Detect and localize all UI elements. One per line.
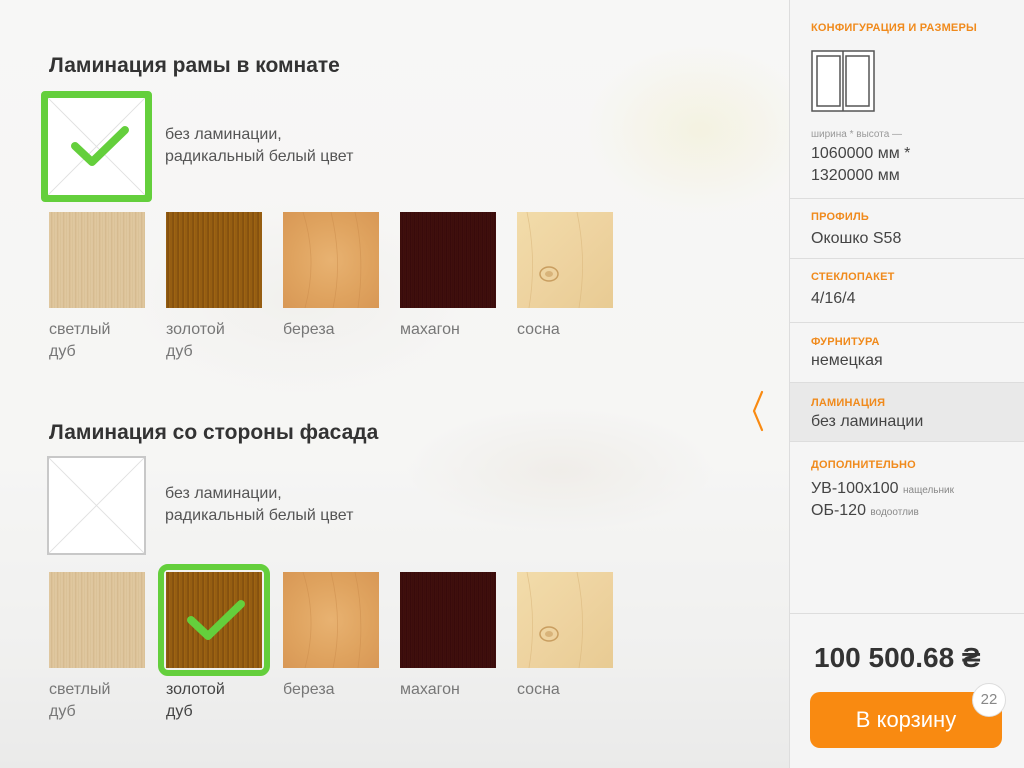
facade-swatch-label-light-oak: светлый дуб [49, 679, 159, 723]
facade-swatch-light-oak[interactable] [49, 572, 145, 668]
sidebar-lamination-heading: ЛАМИНАЦИЯ [811, 397, 886, 409]
room-swatch-label-golden-oak: золотой дуб [166, 319, 276, 363]
room-swatch-pine[interactable] [517, 212, 613, 308]
lamination-panel: Ламинация рамы в комнате без ламинации, … [0, 0, 790, 768]
extra-item-note: водоотлив [870, 507, 919, 518]
label-line-2: дуб [166, 703, 193, 720]
sidebar-lamination-value: без ламинации [811, 413, 924, 430]
label-line-2: дуб [49, 343, 76, 360]
sidebar-glass-section[interactable]: СТЕКЛОПАКЕТ 4/16/4 [790, 259, 1024, 323]
facade-swatch-golden-oak[interactable] [158, 564, 270, 676]
extra-item-code: ОБ-120 [811, 502, 866, 519]
room-no-lamination-option[interactable] [41, 91, 152, 202]
room-swatch-birch[interactable] [283, 212, 379, 308]
label-line-1: береза [283, 321, 335, 338]
label-line-1: без ламинации, [165, 485, 282, 502]
label-line-2: радикальный белый цвет [165, 148, 354, 165]
label-line-2: дуб [49, 703, 76, 720]
cart-count-badge: 22 [972, 683, 1006, 717]
sidebar-config-section[interactable]: КОНФИГУРАЦИЯ И РАЗМЕРЫ ширина * высота —… [790, 0, 1024, 199]
label-line-1: без ламинации, [165, 126, 282, 143]
label-line-1: махагон [400, 321, 460, 338]
facade-swatch-label-mahogany: махагон [400, 679, 510, 701]
sidebar-glass-heading: СТЕКЛОПАКЕТ [811, 271, 895, 283]
sidebar-extra-heading: ДОПОЛНИТЕЛЬНО [811, 459, 916, 471]
facade-swatch-label-birch: береза [283, 679, 393, 701]
sidebar-extra-item-2: ОБ-120 водоотлив [811, 500, 919, 524]
sidebar-hardware-section[interactable]: ФУРНИТУРА немецкая [790, 323, 1024, 383]
facade-swatch-birch[interactable] [283, 572, 379, 668]
check-icon [187, 600, 245, 640]
room-swatch-label-birch: береза [283, 319, 393, 341]
room-swatch-light-oak[interactable] [49, 212, 145, 308]
window-icon [811, 50, 875, 112]
size-line-1: 1060000 мм * [811, 145, 911, 162]
facade-no-lamination-label: без ламинации, радикальный белый цвет [165, 483, 353, 527]
extra-item-code: УВ-100х100 [811, 480, 899, 497]
room-lamination-title: Ламинация рамы в комнате [49, 54, 340, 77]
total-price: 100 500.68 ₴ [814, 642, 981, 673]
label-line-1: светлый [49, 681, 111, 698]
label-line-1: сосна [517, 681, 560, 698]
facade-lamination-title: Ламинация со стороны фасада [49, 421, 379, 444]
label-line-1: золотой [166, 321, 225, 338]
sidebar-size-hint: ширина * высота — [811, 129, 903, 140]
room-swatch-mahogany[interactable] [400, 212, 496, 308]
sidebar-config-heading: КОНФИГУРАЦИЯ И РАЗМЕРЫ [811, 22, 977, 34]
label-line-1: золотой [166, 681, 225, 698]
sidebar-profile-section[interactable]: ПРОФИЛЬ Окошко S58 [790, 199, 1024, 259]
room-swatch-golden-oak[interactable] [166, 212, 262, 308]
extra-item-note: нащельник [903, 485, 954, 496]
label-line-2: радикальный белый цвет [165, 507, 354, 524]
facade-swatch-label-golden-oak: золотой дуб [166, 679, 276, 723]
label-line-1: сосна [517, 321, 560, 338]
room-no-lamination-label: без ламинации, радикальный белый цвет [165, 124, 353, 168]
size-line-2: 1320000 мм [811, 167, 900, 184]
facade-swatch-mahogany[interactable] [400, 572, 496, 668]
facade-swatch-pine[interactable] [517, 572, 613, 668]
label-line-2: дуб [166, 343, 193, 360]
label-line-1: светлый [49, 321, 111, 338]
chevron-left-icon[interactable] [748, 388, 772, 434]
sidebar-glass-value: 4/16/4 [811, 290, 856, 307]
check-icon [71, 126, 129, 166]
label-line-1: махагон [400, 681, 460, 698]
sidebar-extra-item-1: УВ-100х100 нащельник [811, 478, 954, 502]
room-swatch-label-pine: сосна [517, 319, 627, 341]
room-swatch-label-mahogany: махагон [400, 319, 510, 341]
sidebar-hardware-heading: ФУРНИТУРА [811, 336, 880, 348]
empty-cross-icon [49, 458, 144, 553]
sidebar-profile-value: Окошко S58 [811, 230, 902, 247]
sidebar-extra-section[interactable]: ДОПОЛНИТЕЛЬНО УВ-100х100 нащельник ОБ-12… [790, 442, 1024, 614]
sidebar-profile-heading: ПРОФИЛЬ [811, 211, 869, 223]
facade-swatch-label-pine: сосна [517, 679, 627, 701]
sidebar-lamination-section[interactable]: ЛАМИНАЦИЯ без ламинации [790, 383, 1024, 442]
room-swatch-label-light-oak: светлый дуб [49, 319, 159, 363]
facade-no-lamination-option[interactable] [47, 456, 146, 555]
sidebar-hardware-value: немецкая [811, 352, 883, 369]
sidebar-size-value: 1060000 мм * 1320000 мм [811, 143, 910, 187]
label-line-1: береза [283, 681, 335, 698]
